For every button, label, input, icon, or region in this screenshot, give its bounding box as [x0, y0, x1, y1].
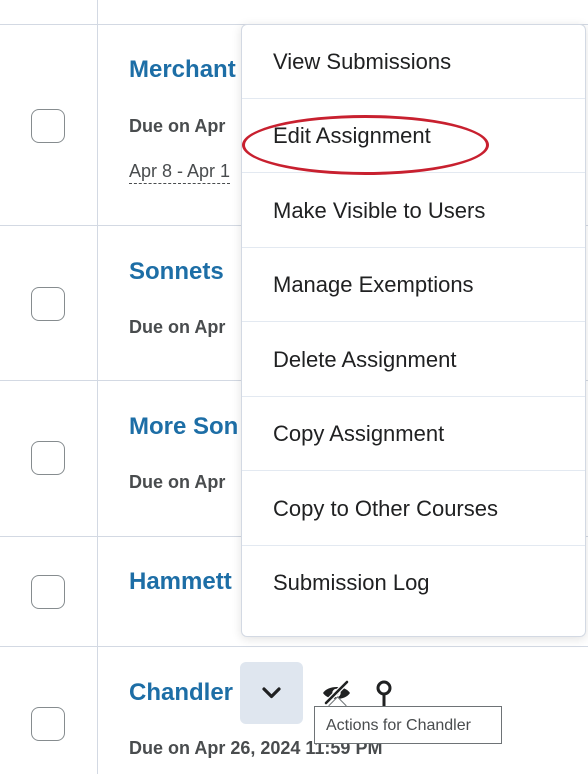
menu-item-label: View Submissions	[273, 48, 452, 74]
row-checkbox[interactable]	[31, 287, 65, 321]
due-date: Due on Apr	[129, 472, 226, 492]
menu-item-edit-assignment[interactable]: Edit Assignment	[242, 99, 585, 173]
menu-item-label: Submission Log	[273, 570, 430, 595]
menu-item-copy-to-other-courses[interactable]: Copy to Other Courses	[242, 472, 585, 546]
menu-item-label: Copy Assignment	[273, 420, 445, 446]
menu-item-label: Make Visible to Users	[273, 197, 486, 223]
availability-range[interactable]: Apr 8 - Apr 1	[129, 161, 231, 184]
column-divider	[97, 0, 98, 774]
menu-item-view-submissions[interactable]: View Submissions	[242, 25, 585, 99]
menu-item-delete-assignment[interactable]: Delete Assignment	[242, 323, 585, 397]
context-menu: View Submissions Edit Assignment Make Vi…	[241, 24, 586, 637]
row-divider	[0, 646, 588, 647]
due-date: Due on Apr	[129, 317, 226, 337]
menu-item-label: Manage Exemptions	[273, 271, 474, 297]
row-checkbox[interactable]	[31, 707, 65, 741]
assignment-title-link[interactable]: More Son	[129, 413, 238, 441]
menu-item-submission-log[interactable]: Submission Log	[242, 546, 585, 620]
actions-dropdown-button[interactable]	[240, 662, 303, 724]
menu-item-label: Edit Assignment	[273, 122, 431, 148]
menu-item-label: Delete Assignment	[273, 346, 457, 372]
row-checkbox[interactable]	[31, 441, 65, 475]
chevron-down-icon	[262, 687, 281, 699]
row-checkbox[interactable]	[31, 109, 65, 143]
row-checkbox[interactable]	[31, 575, 65, 609]
assignment-title-link[interactable]: Chandler	[129, 679, 233, 707]
menu-item-label: Copy to Other Courses	[273, 495, 498, 521]
menu-item-manage-exemptions[interactable]: Manage Exemptions	[242, 248, 585, 322]
assignment-title-link[interactable]: Hammett	[129, 568, 232, 596]
assignment-title-link[interactable]: Sonnets	[129, 258, 224, 286]
menu-item-copy-assignment[interactable]: Copy Assignment	[242, 397, 585, 471]
due-date: Due on Apr	[129, 116, 226, 136]
menu-item-make-visible[interactable]: Make Visible to Users	[242, 174, 585, 248]
assignment-title-link[interactable]: Merchant	[129, 56, 236, 84]
actions-tooltip: Actions for Chandler	[314, 706, 502, 744]
